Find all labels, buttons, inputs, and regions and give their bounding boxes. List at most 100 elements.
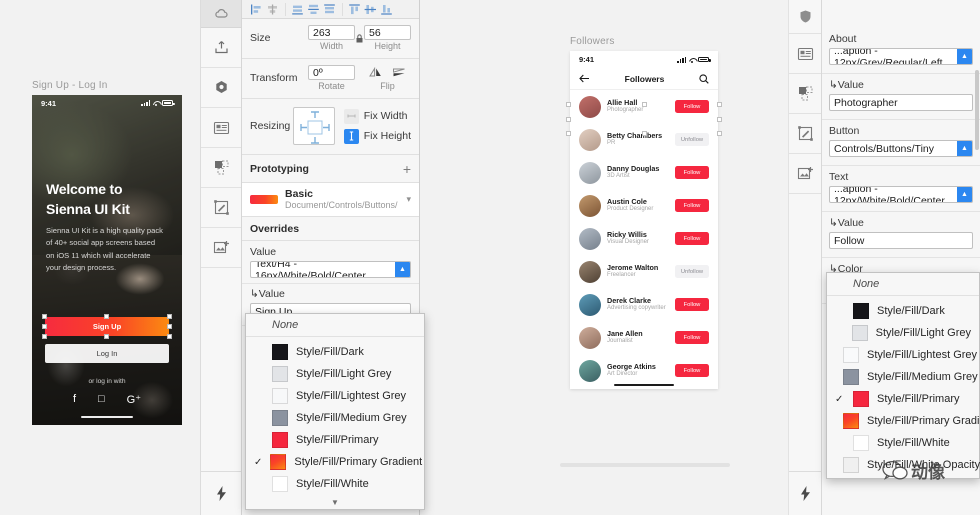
list-item[interactable]: Jane Allen Journalist Follow <box>570 321 718 354</box>
list-item[interactable]: Danny Douglas 3D Artist Follow <box>570 156 718 189</box>
list-item[interactable]: Ricky Willis Visual Designer Follow <box>570 222 718 255</box>
facebook-icon[interactable]: f <box>73 393 76 406</box>
align-center-h-icon[interactable] <box>265 3 280 16</box>
distribute-h-icon[interactable] <box>306 3 321 16</box>
login-button[interactable]: Log In <box>45 344 169 363</box>
handle-bottom-center[interactable] <box>641 131 647 136</box>
fill-style-dropdown-left[interactable]: None Style/Fill/Dark Style/Fill/Light Gr… <box>245 313 425 510</box>
rail-item-add-image[interactable] <box>789 154 821 194</box>
align-right-icon[interactable] <box>290 3 305 16</box>
text-value-input[interactable]: Follow <box>829 232 973 249</box>
about-value-input[interactable]: Photographer <box>829 94 973 111</box>
arrow-left-icon[interactable] <box>579 74 590 83</box>
dropdown-items[interactable]: Style/Fill/Dark Style/Fill/Light Grey St… <box>246 337 424 497</box>
height-input[interactable]: 56 <box>364 25 411 40</box>
social-buttons[interactable]: f □ G⁺ <box>32 393 182 406</box>
plus-icon[interactable]: + <box>403 161 411 177</box>
right-icon-rail[interactable] <box>788 0 822 515</box>
left-icon-rail[interactable] <box>200 0 242 515</box>
override-value-select[interactable]: Text/H4 - 16px/White/Bold/Center ▲ <box>250 261 411 278</box>
dropdown-item[interactable]: Style/Fill/Primary Gradient <box>827 410 980 432</box>
align-group-3[interactable] <box>342 2 398 16</box>
chevron-down-icon[interactable]: ▾ <box>406 194 411 205</box>
prototyping-symbol-row[interactable]: Basic Document/Controls/Buttons/ ▾ <box>242 183 419 217</box>
rail-item-shield[interactable] <box>789 0 821 34</box>
dropdown-item[interactable]: Style/Fill/Dark <box>246 341 424 363</box>
about-select[interactable]: ...aption - 12px/Grey/Regular/Left ▲ <box>829 48 973 65</box>
handle-bottom-left[interactable] <box>566 131 571 136</box>
fix-width-row[interactable]: Fix Width <box>343 108 411 124</box>
rail-item-component[interactable] <box>201 68 241 108</box>
nav-bar[interactable]: Followers <box>570 68 718 90</box>
dropdown-scroll-down[interactable]: ▼ <box>246 497 424 509</box>
handle-middle-right[interactable] <box>167 323 172 329</box>
rail-item-export[interactable] <box>201 28 241 68</box>
chevron-down-icon[interactable]: ▲ <box>957 49 972 64</box>
rail-item-edit[interactable] <box>201 188 241 228</box>
handle-bottom-center[interactable] <box>104 334 109 339</box>
dropdown-items[interactable]: Style/Fill/Dark Style/Fill/Light Grey St… <box>827 296 980 478</box>
list-item[interactable]: George Atkins Art Director Follow <box>570 354 718 387</box>
artboard-followers-label[interactable]: Followers <box>570 36 718 47</box>
selection-handles[interactable] <box>42 314 172 339</box>
dropdown-item[interactable]: Style/Fill/Medium Grey <box>246 407 424 429</box>
dropdown-item[interactable]: Style/Fill/Dark <box>827 300 979 322</box>
dropdown-item[interactable]: Style/Fill/Light Grey <box>246 363 424 385</box>
width-input[interactable]: 263 <box>308 25 355 40</box>
handle-middle-right[interactable] <box>717 116 722 122</box>
rotate-input[interactable]: 0º <box>308 65 355 80</box>
list-item[interactable]: Derek Clarke Advertising copywriter Foll… <box>570 288 718 321</box>
handle-top-left[interactable] <box>42 314 47 319</box>
rail-bottom-lightning[interactable] <box>789 471 821 515</box>
align-left-icon[interactable] <box>249 3 264 16</box>
button-select[interactable]: Controls/Buttons/Tiny ▲ <box>829 140 973 157</box>
vertical-scrollbar[interactable] <box>975 70 979 150</box>
rail-bottom-lightning[interactable] <box>201 471 241 515</box>
handle-top-center[interactable] <box>104 314 109 319</box>
align-group-2[interactable] <box>285 2 341 16</box>
follow-button[interactable]: Follow <box>675 364 709 377</box>
rail-item-card[interactable] <box>201 108 241 148</box>
align-top-icon[interactable] <box>347 3 362 16</box>
artboard-followers[interactable]: Followers 9:41 Followers Allie Hall Phot… <box>566 36 722 389</box>
artboard-signup[interactable]: Sign Up - Log In 9:41 Welcome to Sienna … <box>32 80 182 425</box>
handle-top-right[interactable] <box>167 314 172 319</box>
follow-button[interactable]: Follow <box>675 232 709 245</box>
follow-button[interactable]: Follow <box>675 199 709 212</box>
flip-buttons[interactable] <box>364 65 411 80</box>
rail-item-cloud[interactable] <box>201 0 241 28</box>
dropdown-item-selected[interactable]: ✓ Style/Fill/Primary <box>827 388 979 410</box>
align-group-1[interactable] <box>245 3 284 16</box>
handle-bottom-right[interactable] <box>717 131 722 136</box>
rail-item-edit[interactable] <box>789 114 821 154</box>
fix-width-checkbox[interactable] <box>343 108 359 124</box>
rail-item-mask[interactable] <box>789 74 821 114</box>
handle-bottom-left[interactable] <box>42 334 47 339</box>
rail-item-add-image[interactable] <box>201 228 241 268</box>
instagram-icon[interactable]: □ <box>98 393 105 406</box>
horizontal-scrollbar[interactable] <box>560 463 730 467</box>
dropdown-item[interactable]: Style/Fill/Lightest Grey <box>246 385 424 407</box>
signup-screen[interactable]: 9:41 Welcome to Sienna UI Kit Sienna UI … <box>32 95 182 425</box>
list-item[interactable]: Jerome Walton Freelancer Unfollow <box>570 255 718 288</box>
handle-top-left[interactable] <box>566 102 571 107</box>
unfollow-button[interactable]: Unfollow <box>675 265 709 278</box>
handle-middle-left[interactable] <box>566 116 571 122</box>
artboard-signup-label[interactable]: Sign Up - Log In <box>32 80 182 91</box>
resizing-anchor-control[interactable] <box>292 107 335 145</box>
chevron-down-icon[interactable]: ▲ <box>395 262 410 277</box>
rail-item-card[interactable] <box>789 34 821 74</box>
handle-top-right[interactable] <box>717 102 722 107</box>
fix-height-checkbox[interactable] <box>343 128 359 144</box>
lock-icon[interactable] <box>355 33 364 43</box>
distribute-v-icon[interactable] <box>322 3 337 16</box>
flip-horizontal-icon[interactable] <box>368 67 383 78</box>
dropdown-item[interactable]: Style/Fill/Primary <box>246 429 424 451</box>
dropdown-item[interactable]: Style/Fill/White <box>827 432 979 454</box>
google-icon[interactable]: G⁺ <box>127 393 141 406</box>
dropdown-item[interactable]: Style/Fill/Light Grey <box>827 322 979 344</box>
dropdown-none-item[interactable]: None <box>246 314 424 337</box>
follow-button[interactable]: Follow <box>675 166 709 179</box>
flip-vertical-icon[interactable] <box>392 67 407 78</box>
align-bottom-icon[interactable] <box>379 3 394 16</box>
